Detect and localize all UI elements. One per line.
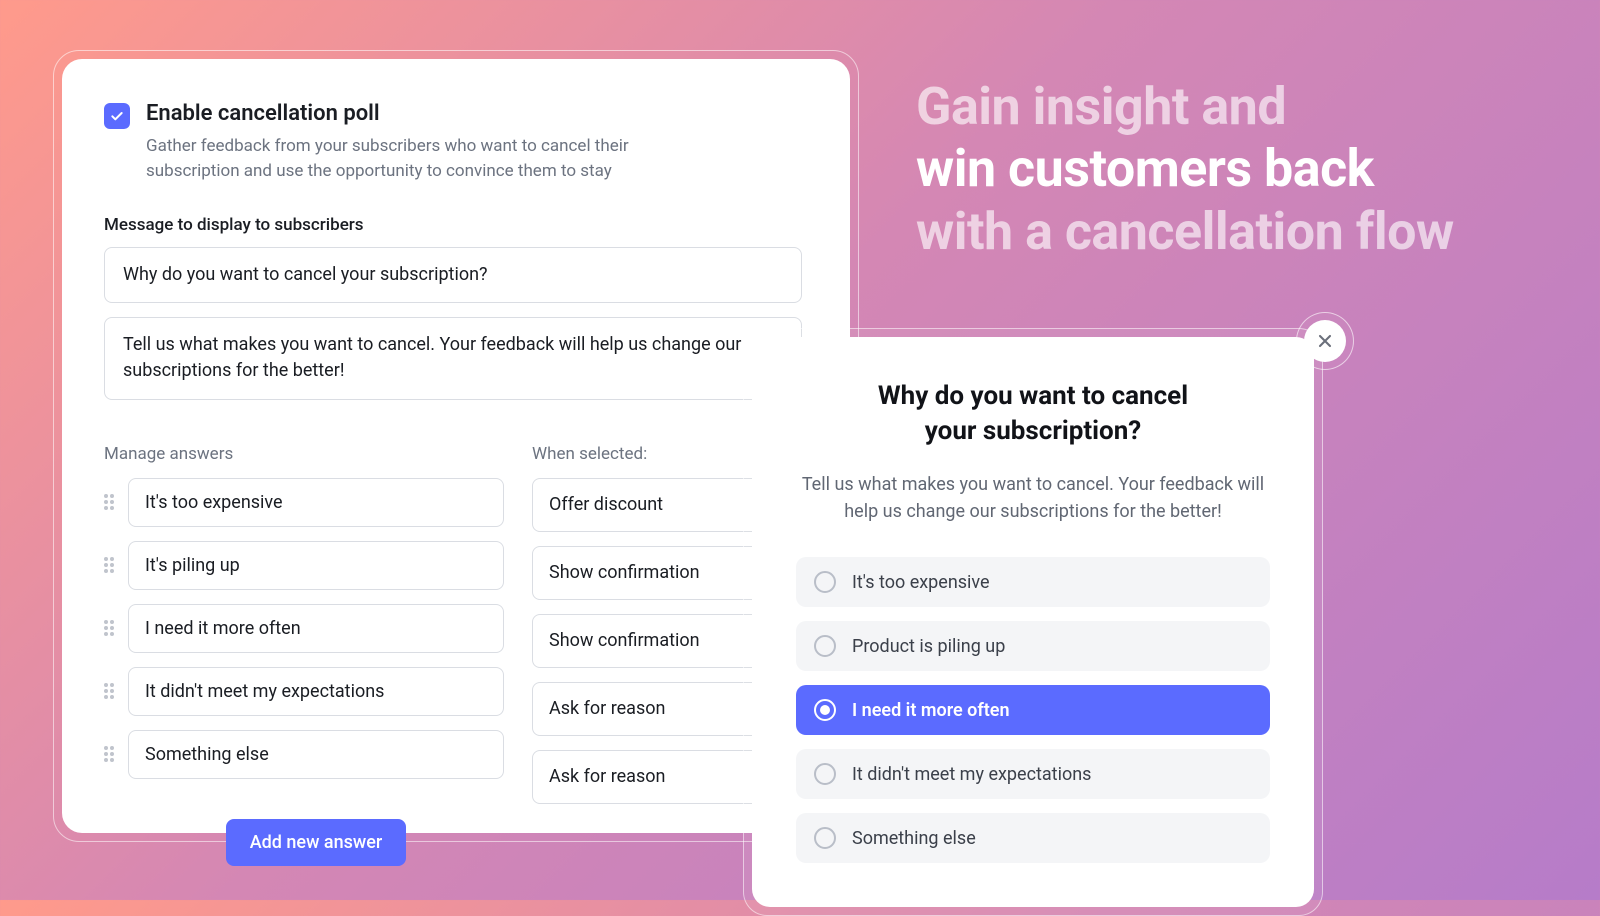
- check-icon: [109, 108, 125, 124]
- enable-poll-description: Gather feedback from your subscribers wh…: [146, 134, 666, 183]
- poll-option[interactable]: It didn't meet my expectations: [796, 749, 1270, 799]
- poll-option-label: Product is piling up: [852, 636, 1005, 657]
- radio-icon: [814, 699, 836, 721]
- answer-input[interactable]: It's too expensive: [128, 478, 504, 527]
- answer-row: Something else: [104, 730, 504, 779]
- poll-option-label: I need it more often: [852, 700, 1010, 721]
- drag-handle-icon[interactable]: [104, 554, 118, 576]
- close-button-frame: [1296, 312, 1354, 370]
- answer-input[interactable]: Something else: [128, 730, 504, 779]
- preview-modal-frame: Why do you want to cancel your subscript…: [743, 328, 1323, 916]
- answer-input[interactable]: It's piling up: [128, 541, 504, 590]
- answer-row: I need it more often: [104, 604, 504, 653]
- answer-row: It's too expensive: [104, 478, 504, 527]
- admin-card: Enable cancellation poll Gather feedback…: [62, 59, 850, 833]
- message-section-label: Message to display to subscribers: [104, 215, 802, 235]
- radio-icon: [814, 571, 836, 593]
- preview-title: Why do you want to cancel your subscript…: [796, 379, 1270, 449]
- marketing-headline: Gain insight and win customers back with…: [916, 76, 1454, 263]
- headline-line-3: with a cancellation flow: [916, 201, 1454, 262]
- add-answer-button[interactable]: Add new answer: [226, 819, 407, 866]
- poll-option-label: Something else: [852, 828, 976, 849]
- headline-line-2: win customers back: [916, 138, 1374, 199]
- enable-poll-label: Enable cancellation poll: [146, 101, 666, 126]
- poll-option-label: It didn't meet my expectations: [852, 764, 1091, 785]
- answer-input[interactable]: It didn't meet my expectations: [128, 667, 504, 716]
- poll-option[interactable]: Product is piling up: [796, 621, 1270, 671]
- close-icon: [1315, 331, 1335, 351]
- poll-option-label: It's too expensive: [852, 572, 990, 593]
- preview-description: Tell us what makes you want to cancel. Y…: [796, 471, 1270, 525]
- close-button[interactable]: [1304, 320, 1346, 362]
- radio-icon: [814, 763, 836, 785]
- poll-question-input[interactable]: Why do you want to cancel your subscript…: [104, 247, 802, 303]
- radio-icon: [814, 635, 836, 657]
- drag-handle-icon[interactable]: [104, 491, 118, 513]
- enable-poll-checkbox[interactable]: [104, 103, 130, 129]
- radio-icon: [814, 827, 836, 849]
- drag-handle-icon[interactable]: [104, 617, 118, 639]
- drag-handle-icon[interactable]: [104, 680, 118, 702]
- headline-line-1: Gain insight and: [916, 76, 1286, 137]
- poll-option[interactable]: Something else: [796, 813, 1270, 863]
- drag-handle-icon[interactable]: [104, 743, 118, 765]
- enable-poll-row: Enable cancellation poll Gather feedback…: [104, 101, 802, 183]
- poll-option[interactable]: It's too expensive: [796, 557, 1270, 607]
- cancellation-poll-preview: Why do you want to cancel your subscript…: [752, 337, 1314, 907]
- admin-card-frame: Enable cancellation poll Gather feedback…: [53, 50, 859, 842]
- poll-option[interactable]: I need it more often: [796, 685, 1270, 735]
- poll-description-input[interactable]: Tell us what makes you want to cancel. Y…: [104, 317, 802, 399]
- manage-answers-label: Manage answers: [104, 444, 504, 464]
- answer-row: It didn't meet my expectations: [104, 667, 504, 716]
- answer-row: It's piling up: [104, 541, 504, 590]
- answer-input[interactable]: I need it more often: [128, 604, 504, 653]
